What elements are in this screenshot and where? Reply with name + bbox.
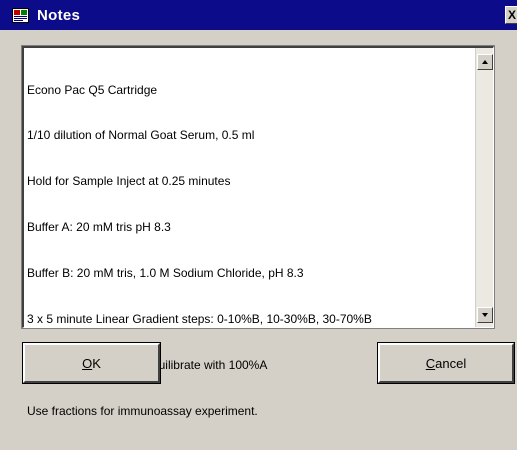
cancel-label-rest: ancel <box>435 355 467 371</box>
ok-label-rest: K <box>92 355 101 371</box>
ok-button[interactable]: OK <box>22 342 161 384</box>
notes-line: 1/10 dilution of Normal Goat Serum, 0.5 … <box>27 128 255 143</box>
notes-line: Econo Pac Q5 Cartridge <box>27 82 158 97</box>
notes-line: Buffer A: 20 mM tris pH 8.3 <box>27 220 171 235</box>
notes-app-icon <box>12 7 29 23</box>
ok-accelerator: O <box>82 355 93 371</box>
notes-text-area[interactable]: Econo Pac Q5 Cartridge 1/10 dilution of … <box>21 45 495 418</box>
notes-line: Buffer B: 20 mM tris, 1.0 M Sodium Chlor… <box>27 266 304 281</box>
notes-text: Econo Pac Q5 Cartridge 1/10 dilution of … <box>27 52 467 450</box>
cancel-accelerator: C <box>425 355 436 371</box>
scroll-down-button[interactable] <box>477 307 493 323</box>
window-title: Notes <box>37 6 81 24</box>
scroll-up-arrow-icon <box>478 55 492 69</box>
notes-dialog: Notes X Econo Pac Q5 Cartridge 1/10 dilu… <box>0 0 517 418</box>
notes-line: 3 x 5 minute Linear Gradient steps: 0-10… <box>27 312 372 327</box>
title-bar[interactable]: Notes X <box>0 0 517 30</box>
scroll-up-button[interactable] <box>477 54 493 70</box>
close-button[interactable]: X <box>505 6 517 24</box>
notes-line: Use fractions for immunoassay experiment… <box>27 403 258 418</box>
close-icon: X <box>508 8 517 22</box>
cancel-button[interactable]: Cancel <box>377 342 515 384</box>
notes-line: Hold for Sample Inject at 0.25 minutes <box>27 174 231 189</box>
scroll-down-arrow-icon <box>478 308 492 322</box>
vertical-scrollbar[interactable] <box>475 48 493 327</box>
